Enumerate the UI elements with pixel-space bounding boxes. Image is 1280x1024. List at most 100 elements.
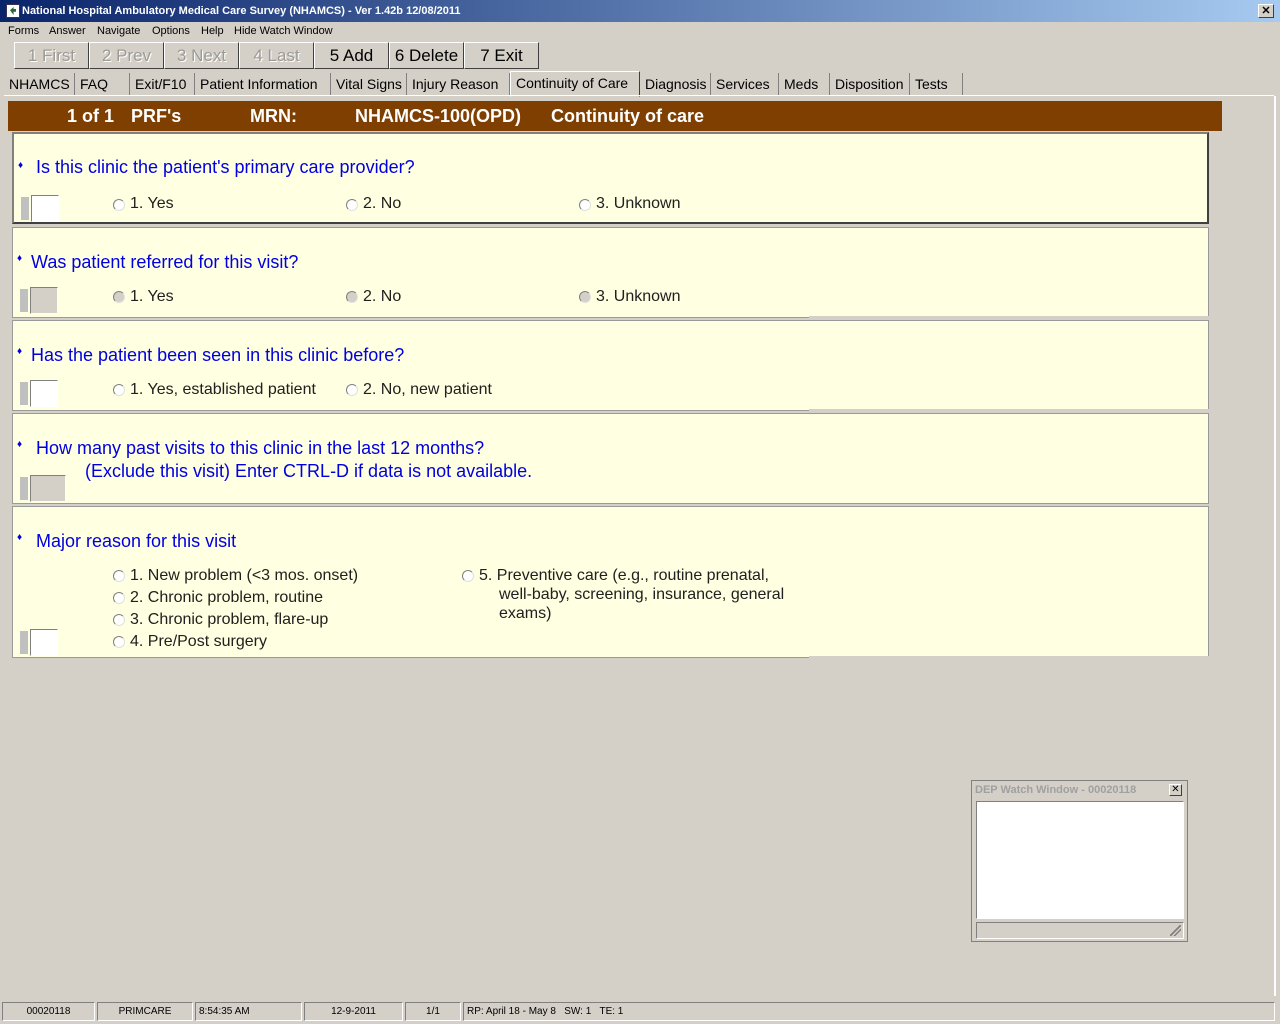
radio-referred-no[interactable] <box>346 291 358 303</box>
radio-primary-no[interactable] <box>346 199 358 211</box>
option-chronic-flare-up: 3. Chronic problem, flare-up <box>130 611 329 628</box>
answer-box-seen-before[interactable] <box>20 380 58 407</box>
option-pre-post-surgery: 4. Pre/Post surgery <box>130 633 267 650</box>
watch-window-content <box>976 801 1184 919</box>
radio-preventive-care[interactable] <box>462 570 474 582</box>
app-icon[interactable] <box>6 4 20 18</box>
bullet-icon: ♦ <box>17 253 23 264</box>
menu-navigate[interactable]: Navigate <box>97 25 140 37</box>
question-major-reason: Major reason for this visit <box>36 531 237 551</box>
radio-primary-unknown[interactable] <box>579 199 591 211</box>
menu-help[interactable]: Help <box>201 25 224 37</box>
exit-button[interactable]: 7 Exit <box>464 42 539 69</box>
prev-button[interactable]: 2 Prev <box>89 42 164 69</box>
tab-baseline <box>4 95 1274 96</box>
status-page: 1/1 <box>405 1002 461 1021</box>
question-primary-care: Is this clinic the patient's primary car… <box>36 157 415 177</box>
watch-window-title: DEP Watch Window - 00020118 <box>975 784 1137 796</box>
radio-new-problem[interactable] <box>113 570 125 582</box>
option-preventive-care-line3: exams) <box>499 605 552 622</box>
radio-established-patient[interactable] <box>113 384 125 396</box>
option-primary-yes: 1. Yes <box>130 195 174 212</box>
bullet-icon: ♦ <box>18 160 24 171</box>
question-panel-major-reason: ♦ Major reason for this visit 1. New pro… <box>12 506 1213 659</box>
resize-grip-icon[interactable] <box>1170 925 1181 936</box>
tab-disposition[interactable]: Disposition <box>830 73 910 96</box>
answer-box-primary-care[interactable] <box>21 195 59 222</box>
status-date: 12-9-2011 <box>304 1002 403 1021</box>
form-header: 1 of 1 PRF's MRN: NHAMCS-100(OPD) Contin… <box>8 101 1222 131</box>
form-tabs: NHAMCS FAQ Exit/F10 Patient Information … <box>4 71 1274 97</box>
option-established-patient: 1. Yes, established patient <box>130 381 316 398</box>
option-new-problem: 1. New problem (<3 mos. onset) <box>130 567 359 584</box>
tab-services[interactable]: Services <box>711 73 779 96</box>
status-info: RP: April 18 - May 8 SW: 1 TE: 1 <box>463 1002 1275 1021</box>
tab-diagnosis[interactable]: Diagnosis <box>640 73 711 96</box>
tab-continuity-of-care[interactable]: Continuity of Care <box>510 71 640 97</box>
tab-meds[interactable]: Meds <box>779 73 830 96</box>
question-past-visits: How many past visits to this clinic in t… <box>36 438 485 458</box>
option-preventive-care-line2: well-baby, screening, insurance, general <box>499 586 785 603</box>
tab-patient-information[interactable]: Patient Information <box>195 73 331 96</box>
section-title: Continuity of care <box>551 106 705 126</box>
question-panel-referred: ♦ Was patient referred for this visit? 1… <box>12 227 1213 319</box>
radio-new-patient[interactable] <box>346 384 358 396</box>
answer-box-major-reason[interactable] <box>20 629 58 656</box>
mrn-label: MRN: <box>250 106 297 126</box>
tab-exit-f10[interactable]: Exit/F10 <box>130 73 195 96</box>
watch-window-close-icon[interactable]: ✕ <box>1169 784 1182 796</box>
dep-watch-window[interactable]: DEP Watch Window - 00020118 ✕ <box>971 780 1188 942</box>
prfs-label: PRF's <box>131 106 182 126</box>
menu-forms[interactable]: Forms <box>8 25 39 37</box>
option-referred-no: 2. No <box>363 288 402 305</box>
option-primary-unknown: 3. Unknown <box>596 195 681 212</box>
panel-edge <box>1274 96 1276 996</box>
record-counter: 1 of 1 <box>67 106 115 126</box>
last-button[interactable]: 4 Last <box>239 42 314 69</box>
watch-window-status <box>976 922 1184 939</box>
option-referred-unknown: 3. Unknown <box>596 288 681 305</box>
navigation-toolbar: 1 First 2 Prev 3 Next 4 Last 5 Add 6 Del… <box>12 42 540 70</box>
answer-box-referred[interactable] <box>20 287 58 314</box>
tab-injury-reason[interactable]: Injury Reason <box>407 73 510 96</box>
next-button[interactable]: 3 Next <box>164 42 239 69</box>
radio-pre-post-surgery[interactable] <box>113 636 125 648</box>
option-new-patient: 2. No, new patient <box>363 381 492 398</box>
tab-vital-signs[interactable]: Vital Signs <box>331 73 407 96</box>
radio-chronic-flare-up[interactable] <box>113 614 125 626</box>
menu-bar: Forms Answer Navigate Options Help Hide … <box>0 22 1280 40</box>
delete-button[interactable]: 6 Delete <box>389 42 464 69</box>
bullet-icon: ♦ <box>17 439 23 450</box>
question-panel-primary-care: ♦ Is this clinic the patient's primary c… <box>12 132 1209 224</box>
question-past-visits-note: (Exclude this visit) Enter CTRL-D if dat… <box>85 461 533 481</box>
question-seen-before: Has the patient been seen in this clinic… <box>31 345 405 365</box>
window-close-button[interactable]: ✕ <box>1258 4 1274 18</box>
first-button[interactable]: 1 First <box>14 42 89 69</box>
tab-tests[interactable]: Tests <box>910 73 963 96</box>
menu-options[interactable]: Options <box>152 25 190 37</box>
form-content: 1 of 1 PRF's MRN: NHAMCS-100(OPD) Contin… <box>8 98 1222 668</box>
add-button[interactable]: 5 Add <box>314 42 389 69</box>
question-panel-past-visits: ♦ How many past visits to this clinic in… <box>12 413 1209 504</box>
tab-nhamcs[interactable]: NHAMCS <box>4 73 75 96</box>
window-title: National Hospital Ambulatory Medical Car… <box>22 5 461 17</box>
radio-chronic-routine[interactable] <box>113 592 125 604</box>
tab-faq[interactable]: FAQ <box>75 73 130 96</box>
option-primary-no: 2. No <box>363 195 402 212</box>
bullet-icon: ♦ <box>17 346 23 357</box>
question-referred: Was patient referred for this visit? <box>31 252 299 272</box>
radio-referred-yes[interactable] <box>113 291 125 303</box>
past-visits-input[interactable] <box>20 475 68 502</box>
form-id: NHAMCS-100(OPD) <box>355 106 522 126</box>
status-clinic: PRIMCARE <box>97 1002 193 1021</box>
status-time: 8:54:35 AM <box>195 1002 302 1021</box>
option-preventive-care-line1: 5. Preventive care (e.g., routine prenat… <box>479 567 769 584</box>
radio-primary-yes[interactable] <box>113 199 125 211</box>
option-chronic-routine: 2. Chronic problem, routine <box>130 589 323 606</box>
radio-referred-unknown[interactable] <box>579 291 591 303</box>
menu-answer[interactable]: Answer <box>49 25 86 37</box>
status-case-id: 00020118 <box>2 1002 95 1021</box>
menu-hide-watch-window[interactable]: Hide Watch Window <box>234 25 333 37</box>
title-bar: National Hospital Ambulatory Medical Car… <box>0 0 1280 22</box>
bullet-icon: ♦ <box>17 532 23 543</box>
